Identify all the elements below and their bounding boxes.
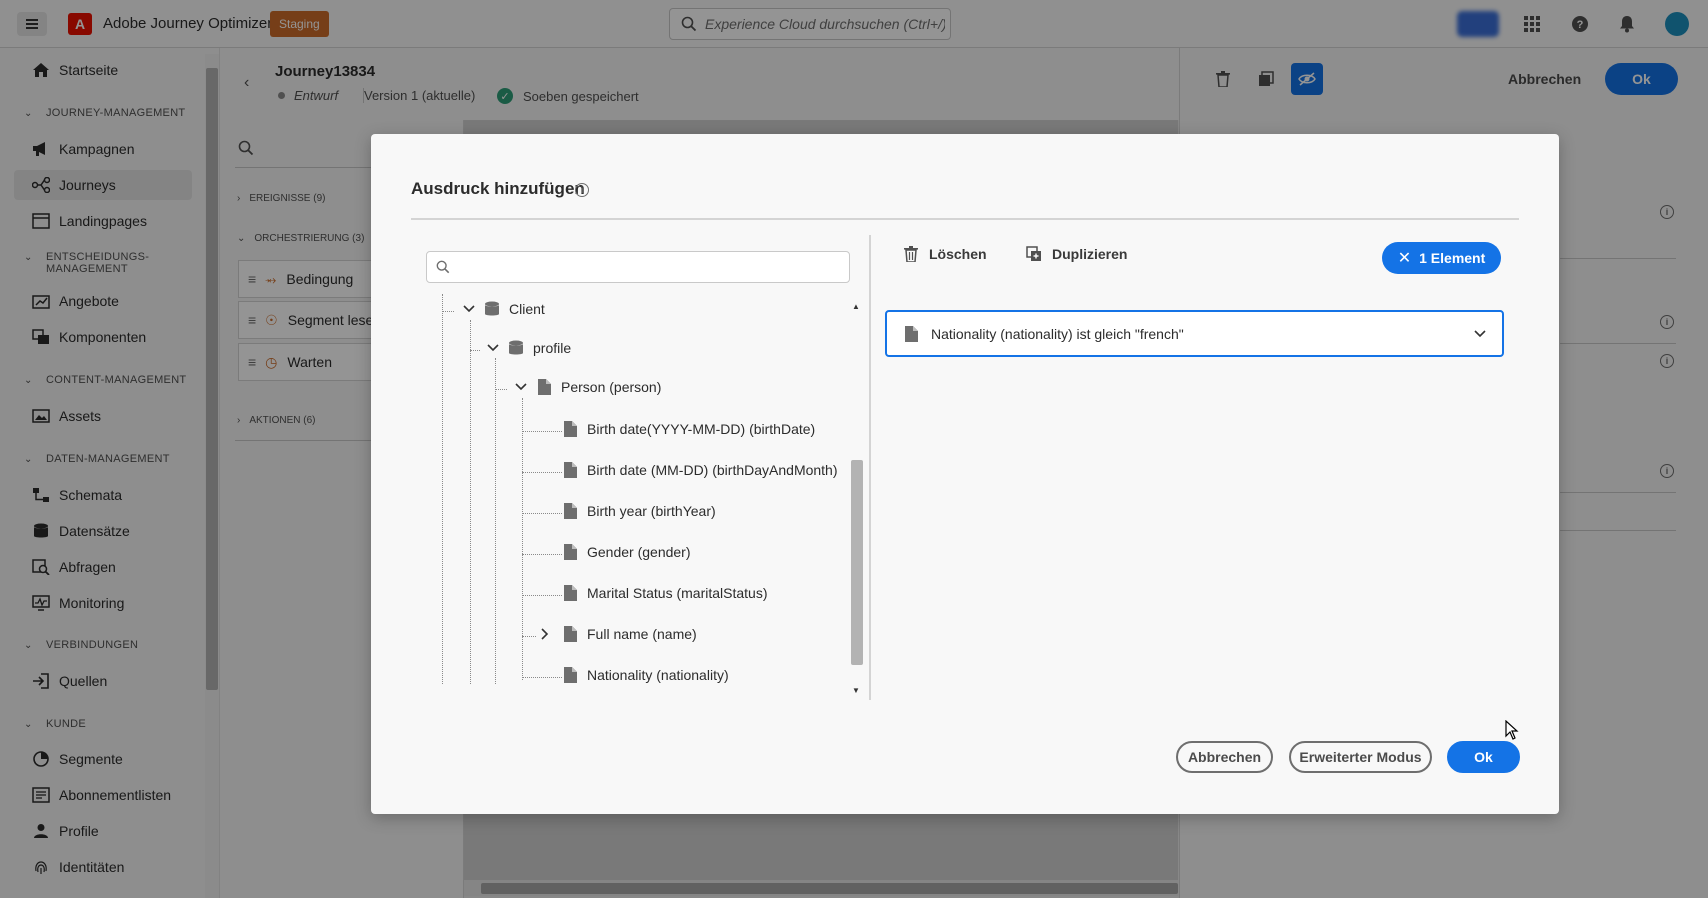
chevron-down-icon[interactable] xyxy=(462,302,476,316)
tree-guide xyxy=(522,677,562,678)
tree-field-maritalstatus[interactable]: Marital Status (maritalStatus) xyxy=(562,585,768,601)
dialog-cancel-button[interactable]: Abbrechen xyxy=(1176,741,1273,773)
chevron-down-icon[interactable] xyxy=(514,380,528,394)
tree-field-name[interactable]: Full name (name) xyxy=(538,626,697,642)
dialog-title: Ausdruck hinzufügen xyxy=(411,179,585,198)
tree-guide xyxy=(442,311,454,312)
tree-field-nationality[interactable]: Nationality (nationality) xyxy=(562,667,729,683)
tree-field-birthyear[interactable]: Birth year (birthYear) xyxy=(562,503,716,519)
tree-field-birthdate[interactable]: Birth date(YYYY-MM-DD) (birthDate) xyxy=(562,421,815,437)
info-icon[interactable]: i xyxy=(575,183,589,197)
chevron-right-icon[interactable] xyxy=(538,627,552,641)
dialog-divider xyxy=(411,218,1519,220)
tree-field-gender[interactable]: Gender (gender) xyxy=(562,544,691,560)
dialog-ok-button[interactable]: Ok xyxy=(1447,741,1520,773)
tree-guide xyxy=(470,320,471,684)
document-icon xyxy=(562,667,578,683)
selection-count-button[interactable]: ✕ 1 Element xyxy=(1382,242,1501,274)
document-icon xyxy=(562,421,578,437)
tree-node-profile[interactable]: profile xyxy=(486,340,571,356)
duplicate-button[interactable]: Duplizieren xyxy=(1025,245,1127,263)
advanced-mode-button[interactable]: Erweiterter Modus xyxy=(1289,741,1432,773)
database-icon xyxy=(508,340,524,356)
close-icon[interactable]: ✕ xyxy=(1398,248,1411,268)
tree-node-person[interactable]: Person (person) xyxy=(514,379,661,395)
tree-guide xyxy=(522,554,562,555)
document-icon xyxy=(562,544,578,560)
tree-node-client[interactable]: Client xyxy=(462,301,545,317)
mouse-cursor-icon xyxy=(1505,720,1519,740)
document-icon xyxy=(903,325,919,342)
trash-icon xyxy=(902,245,920,263)
tree-search-input[interactable] xyxy=(456,259,846,275)
tree-guide xyxy=(522,636,536,637)
chevron-down-icon[interactable] xyxy=(1472,326,1488,342)
delete-button[interactable]: Löschen xyxy=(902,245,987,263)
tree-guide xyxy=(470,350,480,351)
scroll-down-arrow-icon[interactable]: ▼ xyxy=(852,686,860,695)
tree-guide xyxy=(495,389,507,390)
condition-text: Nationality (nationality) ist gleich "fr… xyxy=(931,325,1184,342)
tree-guide xyxy=(522,595,562,596)
document-icon xyxy=(562,585,578,601)
database-icon xyxy=(484,301,500,317)
scroll-up-arrow-icon[interactable]: ▲ xyxy=(852,302,860,311)
field-tree: Client profile Person (person) Birth dat… xyxy=(426,294,848,684)
tree-guide xyxy=(522,431,562,432)
tree-guide xyxy=(522,513,562,514)
document-icon xyxy=(562,626,578,642)
tree-scrollbar-thumb[interactable] xyxy=(851,460,863,665)
tree-guide xyxy=(522,398,523,680)
tree-field-birthdayandmonth[interactable]: Birth date (MM-DD) (birthDayAndMonth) xyxy=(562,462,838,478)
document-icon xyxy=(562,503,578,519)
search-icon xyxy=(436,260,450,274)
tree-guide xyxy=(522,472,562,473)
tree-search-field[interactable] xyxy=(426,251,850,283)
chevron-down-icon[interactable] xyxy=(486,341,500,355)
document-icon xyxy=(536,379,552,395)
document-icon xyxy=(562,462,578,478)
condition-expression-row[interactable]: Nationality (nationality) ist gleich "fr… xyxy=(885,310,1504,357)
dialog-column-divider xyxy=(869,235,871,700)
duplicate-icon xyxy=(1025,245,1043,263)
tree-guide xyxy=(442,294,443,684)
tree-guide xyxy=(495,358,496,684)
